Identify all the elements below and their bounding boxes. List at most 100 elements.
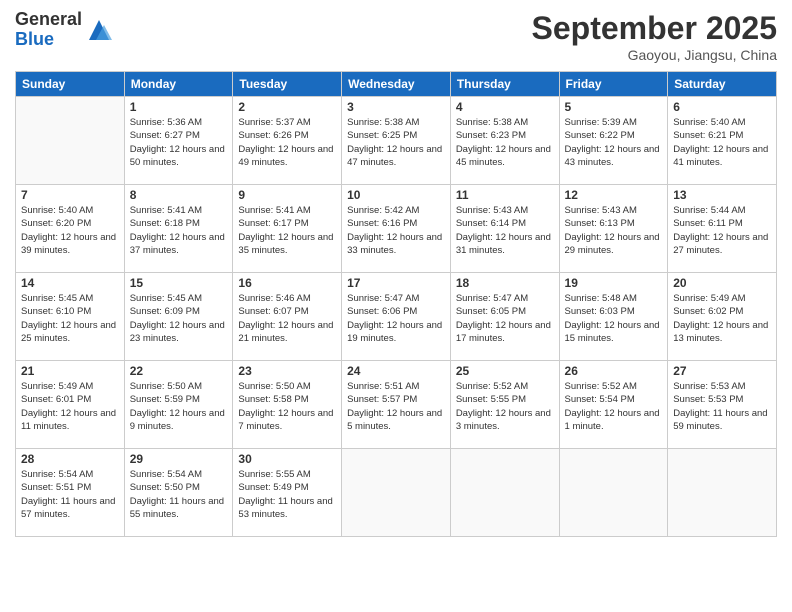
sunrise: Sunrise: 5:38 AM <box>347 116 445 129</box>
daylight: Daylight: 12 hours and 37 minutes. <box>130 231 228 258</box>
sunset: Sunset: 5:55 PM <box>456 393 554 406</box>
header-friday: Friday <box>559 72 668 97</box>
day-info: Sunrise: 5:49 AM Sunset: 6:01 PM Dayligh… <box>21 380 119 433</box>
day-number: 5 <box>565 100 663 114</box>
day-number: 4 <box>456 100 554 114</box>
day-number: 25 <box>456 364 554 378</box>
sunrise: Sunrise: 5:43 AM <box>565 204 663 217</box>
cell-week2-day0: 7 Sunrise: 5:40 AM Sunset: 6:20 PM Dayli… <box>16 185 125 273</box>
cell-week4-day4: 25 Sunrise: 5:52 AM Sunset: 5:55 PM Dayl… <box>450 361 559 449</box>
sunset: Sunset: 6:16 PM <box>347 217 445 230</box>
header-thursday: Thursday <box>450 72 559 97</box>
sunset: Sunset: 5:54 PM <box>565 393 663 406</box>
title-block: September 2025 Gaoyou, Jiangsu, China <box>532 10 777 63</box>
daylight: Daylight: 12 hours and 21 minutes. <box>238 319 336 346</box>
day-number: 20 <box>673 276 771 290</box>
sunrise: Sunrise: 5:55 AM <box>238 468 336 481</box>
cell-week4-day5: 26 Sunrise: 5:52 AM Sunset: 5:54 PM Dayl… <box>559 361 668 449</box>
daylight: Daylight: 11 hours and 55 minutes. <box>130 495 228 522</box>
weekday-header-row: Sunday Monday Tuesday Wednesday Thursday… <box>16 72 777 97</box>
sunset: Sunset: 6:03 PM <box>565 305 663 318</box>
page: General Blue September 2025 Gaoyou, Jian… <box>0 0 792 612</box>
sunset: Sunset: 6:10 PM <box>21 305 119 318</box>
day-info: Sunrise: 5:47 AM Sunset: 6:05 PM Dayligh… <box>456 292 554 345</box>
day-number: 14 <box>21 276 119 290</box>
cell-week5-day3 <box>342 449 451 537</box>
sunrise: Sunrise: 5:50 AM <box>130 380 228 393</box>
sunrise: Sunrise: 5:53 AM <box>673 380 771 393</box>
day-info: Sunrise: 5:50 AM Sunset: 5:58 PM Dayligh… <box>238 380 336 433</box>
cell-week5-day1: 29 Sunrise: 5:54 AM Sunset: 5:50 PM Dayl… <box>124 449 233 537</box>
day-info: Sunrise: 5:37 AM Sunset: 6:26 PM Dayligh… <box>238 116 336 169</box>
sunrise: Sunrise: 5:51 AM <box>347 380 445 393</box>
day-info: Sunrise: 5:55 AM Sunset: 5:49 PM Dayligh… <box>238 468 336 521</box>
sunrise: Sunrise: 5:44 AM <box>673 204 771 217</box>
sunset: Sunset: 5:49 PM <box>238 481 336 494</box>
daylight: Daylight: 11 hours and 59 minutes. <box>673 407 771 434</box>
sunset: Sunset: 6:18 PM <box>130 217 228 230</box>
sunset: Sunset: 6:07 PM <box>238 305 336 318</box>
daylight: Daylight: 12 hours and 11 minutes. <box>21 407 119 434</box>
day-info: Sunrise: 5:36 AM Sunset: 6:27 PM Dayligh… <box>130 116 228 169</box>
day-info: Sunrise: 5:40 AM Sunset: 6:20 PM Dayligh… <box>21 204 119 257</box>
sunrise: Sunrise: 5:54 AM <box>130 468 228 481</box>
day-info: Sunrise: 5:41 AM Sunset: 6:18 PM Dayligh… <box>130 204 228 257</box>
day-info: Sunrise: 5:45 AM Sunset: 6:09 PM Dayligh… <box>130 292 228 345</box>
day-number: 22 <box>130 364 228 378</box>
sunrise: Sunrise: 5:49 AM <box>673 292 771 305</box>
month-title: September 2025 <box>532 10 777 47</box>
day-info: Sunrise: 5:40 AM Sunset: 6:21 PM Dayligh… <box>673 116 771 169</box>
daylight: Daylight: 12 hours and 33 minutes. <box>347 231 445 258</box>
day-info: Sunrise: 5:54 AM Sunset: 5:51 PM Dayligh… <box>21 468 119 521</box>
cell-week3-day1: 15 Sunrise: 5:45 AM Sunset: 6:09 PM Dayl… <box>124 273 233 361</box>
day-info: Sunrise: 5:50 AM Sunset: 5:59 PM Dayligh… <box>130 380 228 433</box>
location: Gaoyou, Jiangsu, China <box>532 47 777 63</box>
daylight: Daylight: 12 hours and 35 minutes. <box>238 231 336 258</box>
logo-general: General <box>15 10 82 30</box>
cell-week5-day6 <box>668 449 777 537</box>
day-number: 27 <box>673 364 771 378</box>
daylight: Daylight: 12 hours and 9 minutes. <box>130 407 228 434</box>
sunset: Sunset: 5:50 PM <box>130 481 228 494</box>
day-number: 17 <box>347 276 445 290</box>
cell-week1-day5: 5 Sunrise: 5:39 AM Sunset: 6:22 PM Dayli… <box>559 97 668 185</box>
cell-week3-day2: 16 Sunrise: 5:46 AM Sunset: 6:07 PM Dayl… <box>233 273 342 361</box>
daylight: Daylight: 12 hours and 17 minutes. <box>456 319 554 346</box>
daylight: Daylight: 12 hours and 7 minutes. <box>238 407 336 434</box>
week-row-2: 7 Sunrise: 5:40 AM Sunset: 6:20 PM Dayli… <box>16 185 777 273</box>
cell-week2-day4: 11 Sunrise: 5:43 AM Sunset: 6:14 PM Dayl… <box>450 185 559 273</box>
sunset: Sunset: 5:59 PM <box>130 393 228 406</box>
day-number: 24 <box>347 364 445 378</box>
daylight: Daylight: 12 hours and 19 minutes. <box>347 319 445 346</box>
sunset: Sunset: 6:21 PM <box>673 129 771 142</box>
day-info: Sunrise: 5:45 AM Sunset: 6:10 PM Dayligh… <box>21 292 119 345</box>
daylight: Daylight: 12 hours and 39 minutes. <box>21 231 119 258</box>
daylight: Daylight: 12 hours and 47 minutes. <box>347 143 445 170</box>
sunset: Sunset: 5:57 PM <box>347 393 445 406</box>
day-number: 6 <box>673 100 771 114</box>
day-number: 28 <box>21 452 119 466</box>
daylight: Daylight: 12 hours and 23 minutes. <box>130 319 228 346</box>
day-info: Sunrise: 5:52 AM Sunset: 5:55 PM Dayligh… <box>456 380 554 433</box>
sunrise: Sunrise: 5:41 AM <box>238 204 336 217</box>
cell-week4-day2: 23 Sunrise: 5:50 AM Sunset: 5:58 PM Dayl… <box>233 361 342 449</box>
cell-week4-day0: 21 Sunrise: 5:49 AM Sunset: 6:01 PM Dayl… <box>16 361 125 449</box>
sunrise: Sunrise: 5:38 AM <box>456 116 554 129</box>
sunrise: Sunrise: 5:45 AM <box>21 292 119 305</box>
day-info: Sunrise: 5:54 AM Sunset: 5:50 PM Dayligh… <box>130 468 228 521</box>
cell-week5-day5 <box>559 449 668 537</box>
sunset: Sunset: 6:11 PM <box>673 217 771 230</box>
cell-week5-day2: 30 Sunrise: 5:55 AM Sunset: 5:49 PM Dayl… <box>233 449 342 537</box>
sunrise: Sunrise: 5:52 AM <box>565 380 663 393</box>
cell-week2-day5: 12 Sunrise: 5:43 AM Sunset: 6:13 PM Dayl… <box>559 185 668 273</box>
sunrise: Sunrise: 5:48 AM <box>565 292 663 305</box>
day-info: Sunrise: 5:42 AM Sunset: 6:16 PM Dayligh… <box>347 204 445 257</box>
daylight: Daylight: 11 hours and 53 minutes. <box>238 495 336 522</box>
header-sunday: Sunday <box>16 72 125 97</box>
day-number: 11 <box>456 188 554 202</box>
cell-week2-day3: 10 Sunrise: 5:42 AM Sunset: 6:16 PM Dayl… <box>342 185 451 273</box>
day-number: 21 <box>21 364 119 378</box>
cell-week3-day5: 19 Sunrise: 5:48 AM Sunset: 6:03 PM Dayl… <box>559 273 668 361</box>
cell-week1-day0 <box>16 97 125 185</box>
day-number: 7 <box>21 188 119 202</box>
